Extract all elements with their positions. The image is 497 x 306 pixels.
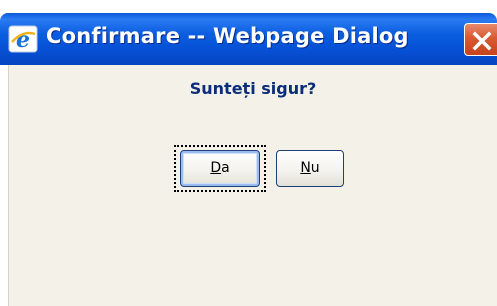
confirmation-message: Sunteți sigur? [189, 79, 317, 98]
no-button-accelerator: N [300, 160, 311, 176]
ie-icon: e [8, 25, 38, 53]
close-button[interactable] [464, 23, 497, 56]
yes-button-accelerator: D [210, 160, 222, 176]
window-title: Confirmare -- Webpage Dialog [46, 24, 409, 48]
title-bar[interactable]: e Confirmare -- Webpage Dialog [0, 13, 497, 65]
yes-button[interactable]: Da [180, 150, 260, 187]
yes-button-label-rest: a [221, 160, 230, 176]
close-icon [472, 31, 492, 51]
dialog-body: Sunteți sigur? Da Nu [8, 65, 497, 306]
no-button-label-rest: u [310, 160, 320, 176]
dialog-window: e Confirmare -- Webpage Dialog Sunteți s… [0, 0, 497, 306]
no-button[interactable]: Nu [276, 150, 344, 187]
svg-text:e: e [16, 27, 30, 53]
